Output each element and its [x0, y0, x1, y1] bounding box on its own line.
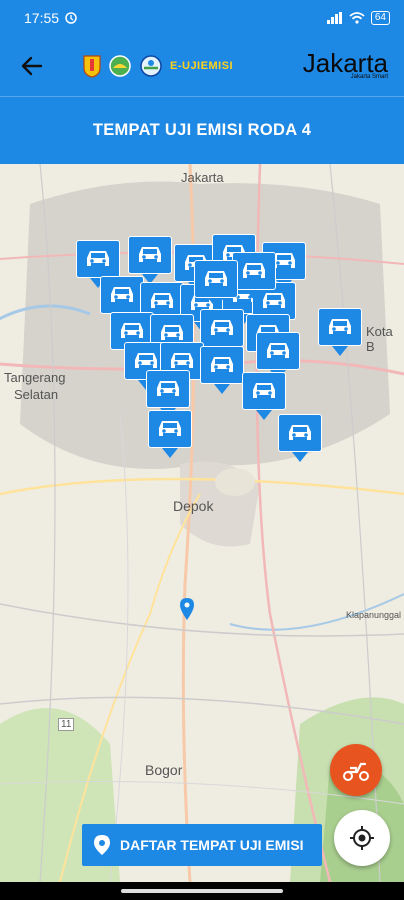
map-label-selatan: Selatan: [14, 387, 59, 402]
car-icon: [100, 276, 144, 314]
brand-text: E-UJIEMISI: [170, 60, 234, 72]
car-marker[interactable]: [278, 414, 322, 462]
back-button[interactable]: [12, 46, 52, 86]
map-label-depok: Depok: [173, 498, 214, 514]
car-marker[interactable]: [200, 346, 244, 394]
list-locations-button[interactable]: DAFTAR TEMPAT UJI EMISI: [82, 824, 322, 866]
car-icon: [278, 414, 322, 452]
car-icon: [242, 372, 286, 410]
my-location-button[interactable]: [334, 810, 390, 866]
list-button-label: DAFTAR TEMPAT UJI EMISI: [120, 837, 304, 853]
map-label-tangerang: Tangerang: [4, 370, 66, 385]
map-label-klapanunggal: Klapanunggal: [346, 610, 402, 620]
my-location-icon: [350, 826, 374, 850]
car-icon: [148, 410, 192, 448]
location-pin-icon[interactable]: [180, 598, 194, 620]
jakarta-logo: Jakarta Jakarta Smart: [302, 48, 388, 80]
scooter-icon: [343, 762, 369, 781]
car-icon: [200, 346, 244, 384]
car-icon: [194, 260, 238, 298]
jakarta-logo-subtext: Jakarta Smart: [350, 74, 388, 80]
emission-logo-icon: [140, 55, 162, 77]
page-title: TEMPAT UJI EMISI RODA 4: [0, 96, 404, 164]
vehicle-type-button[interactable]: [330, 744, 382, 796]
car-icon: [128, 236, 172, 274]
status-bar: 17:55 64: [0, 0, 404, 36]
car-icon: [232, 252, 276, 290]
road-shield: 11: [58, 718, 75, 731]
status-time: 17:55: [24, 10, 60, 26]
map-label-kota-bekasi: Kota B: [366, 324, 393, 354]
map-label-jakarta: Jakarta: [181, 170, 224, 185]
system-navigation-bar: [0, 882, 404, 900]
car-marker[interactable]: [194, 260, 238, 308]
car-icon: [256, 332, 300, 370]
car-marker[interactable]: [242, 372, 286, 420]
car-icon: [318, 308, 362, 346]
notification-icon: [65, 12, 77, 24]
map-label-bogor: Bogor: [145, 762, 183, 778]
signal-icon: [326, 12, 342, 24]
brand-logos: E-UJIEMISI: [82, 54, 233, 78]
car-marker[interactable]: [232, 252, 276, 300]
car-icon: [76, 240, 120, 278]
home-indicator[interactable]: [121, 889, 283, 893]
wifi-icon: [349, 12, 365, 24]
car-icon: [200, 309, 244, 347]
car-marker[interactable]: [318, 308, 362, 356]
dki-emblem-icon: [83, 55, 101, 78]
battery-indicator: 64: [370, 11, 390, 25]
app-bar: E-UJIEMISI Jakarta Jakarta Smart: [0, 36, 404, 96]
jakarta-logo-text: Jakarta: [302, 48, 388, 78]
car-icon: [146, 370, 190, 408]
car-marker[interactable]: [148, 410, 192, 458]
location-pin-icon: [94, 835, 110, 855]
agency-emblem-icon: [109, 55, 131, 77]
arrow-left-icon: [21, 56, 43, 76]
